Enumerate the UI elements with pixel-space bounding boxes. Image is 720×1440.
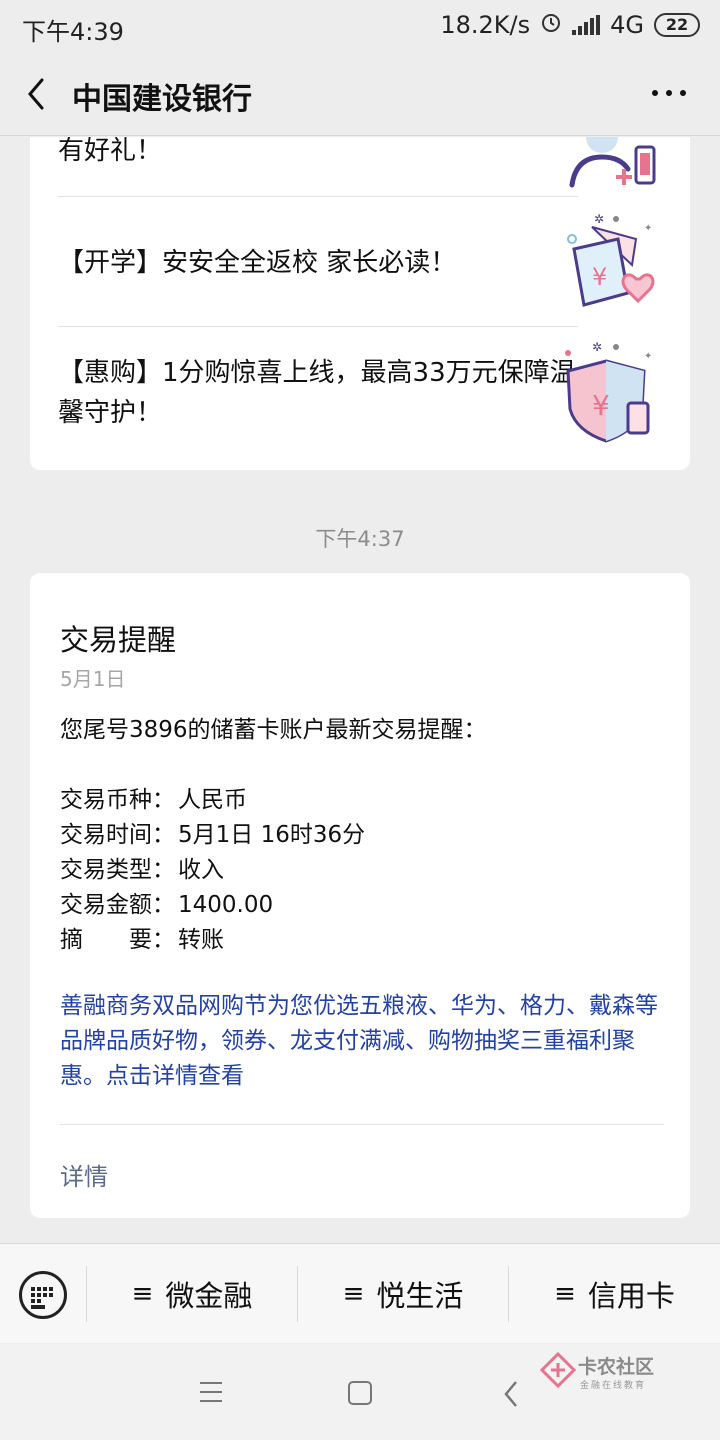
home-button[interactable] xyxy=(348,1381,372,1405)
network-type: 4G xyxy=(610,11,644,39)
field-key: 交易时间： xyxy=(60,822,175,848)
field-key: 摘 要： xyxy=(60,927,175,953)
svg-text:¥: ¥ xyxy=(592,263,607,291)
detail-link[interactable]: 详情 xyxy=(60,1157,108,1192)
field-value: 1400.00 xyxy=(178,892,274,918)
menu-xinyongka[interactable]: ≡ 信用卡 xyxy=(509,1244,720,1344)
keyboard-toggle-icon[interactable] xyxy=(19,1271,67,1319)
article-card: 有好礼！ 【开学】安安全全返校 家长必读！ ✲ ✦ ¥ 【惠购】1分购惊喜上线，… xyxy=(30,137,690,470)
status-bar: 下午4:39 18.2K/s 4G 22 xyxy=(0,0,720,52)
article-item[interactable]: 【开学】安安全全返校 家长必读！ xyxy=(58,243,578,283)
field-key: 交易币种： xyxy=(60,787,175,813)
svg-text:¥: ¥ xyxy=(592,389,610,422)
article-item[interactable]: 【惠购】1分购惊喜上线，最高33万元保障温馨守护！ xyxy=(58,353,578,433)
intro-text: 您尾号3896的储蓄卡账户最新交易提醒： xyxy=(60,717,487,743)
back-button[interactable] xyxy=(22,76,52,112)
article-title: 【惠购】1分购惊喜上线，最高33万元保障温馨守护！ xyxy=(58,358,576,428)
article-item[interactable]: 有好礼！ xyxy=(58,137,578,171)
menu-label: 微金融 xyxy=(165,1279,253,1313)
menu-yueshenghuo[interactable]: ≡ 悦生活 xyxy=(298,1244,508,1344)
field-row: 交易金额： 1400.00 xyxy=(60,888,660,923)
card-date: 5月1日 xyxy=(60,667,126,691)
divider xyxy=(60,1124,664,1125)
shield-icon: ✲ ✦ ¥ xyxy=(565,340,652,443)
svg-text:✦: ✦ xyxy=(644,223,652,234)
menu-label: 信用卡 xyxy=(587,1279,675,1313)
svg-text:✦: ✦ xyxy=(644,351,652,362)
field-value: 人民币 xyxy=(178,787,247,813)
hamburger-icon: ≡ xyxy=(554,1279,576,1309)
svg-text:✲: ✲ xyxy=(594,212,604,226)
hamburger-icon: ≡ xyxy=(131,1279,154,1309)
card-body: 您尾号3896的储蓄卡账户最新交易提醒： 交易币种： 人民币 交易时间： 5月1… xyxy=(60,713,660,958)
status-indicators: 18.2K/s 4G 22 xyxy=(440,11,700,39)
watermark-logo-icon xyxy=(539,1351,577,1389)
menu-weijinrong[interactable]: ≡ 微金融 xyxy=(87,1244,297,1344)
field-key: 交易类型： xyxy=(60,857,175,883)
more-options-button[interactable] xyxy=(652,90,686,96)
promo-link[interactable]: 善融商务双品网购节为您优选五粮液、华为、格力、戴森等品牌品质好物，领券、龙支付满… xyxy=(60,989,660,1094)
user-add-icon xyxy=(569,137,656,188)
transaction-card[interactable]: 交易提醒 5月1日 您尾号3896的储蓄卡账户最新交易提醒： 交易币种： 人民币… xyxy=(30,573,690,1218)
menu-label: 悦生活 xyxy=(376,1279,464,1313)
red-envelope-icon: ✲ ✦ ¥ xyxy=(567,212,655,307)
article-title: 【开学】安安全全返校 家长必读！ xyxy=(58,248,457,278)
field-row: 交易币种： 人民币 xyxy=(60,783,660,818)
divider xyxy=(58,326,578,327)
card-title: 交易提醒 xyxy=(60,623,177,657)
watermark-subtext: 金融在线教育 xyxy=(580,1381,647,1391)
signal-icon xyxy=(572,15,601,35)
divider xyxy=(58,196,578,197)
field-value: 5月1日 16时36分 xyxy=(178,822,366,848)
system-nav-bar: 卡农社区 金融在线教育 xyxy=(0,1344,720,1440)
watermark: 卡农社区 金融在线教育 xyxy=(539,1351,670,1392)
field-row: 交易类型： 收入 xyxy=(60,853,660,888)
svg-text:✲: ✲ xyxy=(592,340,602,354)
field-row: 摘 要： 转账 xyxy=(60,923,660,958)
network-speed: 18.2K/s xyxy=(440,11,531,39)
field-value: 转账 xyxy=(178,927,224,953)
battery-icon: 22 xyxy=(654,13,700,37)
bottom-menu: ≡ 微金融 ≡ 悦生活 ≡ 信用卡 xyxy=(0,1243,720,1343)
status-time: 下午4:39 xyxy=(22,18,124,46)
watermark-text: 卡农社区 xyxy=(578,1356,655,1378)
message-timestamp: 下午4:37 xyxy=(315,527,405,551)
system-back-button[interactable] xyxy=(500,1380,522,1408)
article-title: 有好礼！ xyxy=(58,137,163,166)
hamburger-icon: ≡ xyxy=(342,1279,365,1309)
field-key: 交易金额： xyxy=(60,892,175,918)
message-list[interactable]: 有好礼！ 【开学】安安全全返校 家长必读！ ✲ ✦ ¥ 【惠购】1分购惊喜上线，… xyxy=(0,137,720,1243)
recent-apps-button[interactable] xyxy=(200,1382,222,1409)
alarm-icon xyxy=(540,11,562,39)
field-value: 收入 xyxy=(178,857,224,883)
title-bar: 中国建设银行 xyxy=(0,52,720,136)
field-row: 交易时间： 5月1日 16时36分 xyxy=(60,818,660,853)
page-title: 中国建设银行 xyxy=(72,82,252,117)
